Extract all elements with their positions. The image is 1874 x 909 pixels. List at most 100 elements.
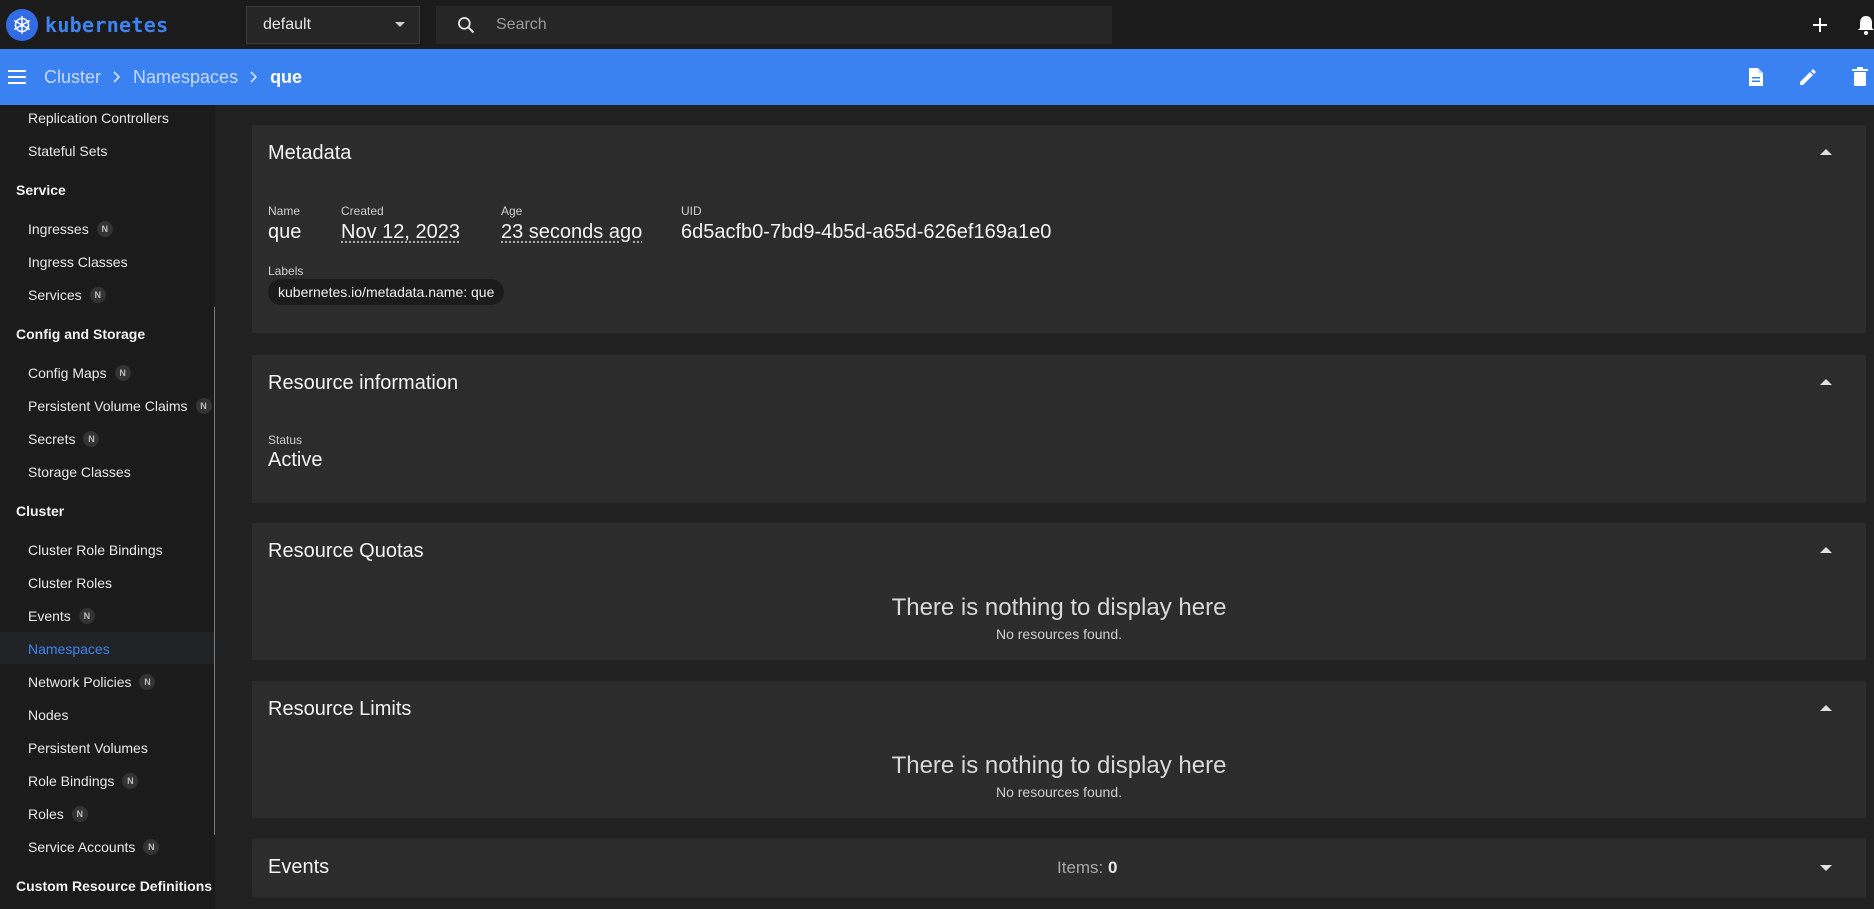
sidebar-item-label: Persistent Volume Claims	[28, 398, 188, 414]
sidebar-item-label: Cluster	[16, 503, 65, 519]
empty-state-title: There is nothing to display here	[891, 594, 1227, 621]
chevron-down-icon	[395, 22, 405, 27]
sidebar-item-label: Service	[16, 182, 66, 198]
sidebar-item-label: Storage Classes	[28, 464, 131, 480]
new-badge: N	[143, 839, 160, 855]
metadata-card: Metadata Name que Created Nov 12, 2023 A…	[252, 125, 1866, 333]
sidebar-item-cluster-roles[interactable]: Cluster Roles	[28, 575, 112, 591]
new-badge: N	[139, 674, 156, 690]
top-bar: kubernetes default	[0, 0, 1874, 49]
empty-state-title: There is nothing to display here	[891, 752, 1227, 779]
delete-icon[interactable]	[1848, 65, 1872, 89]
age-value: 23 seconds ago	[501, 221, 643, 243]
new-badge: N	[71, 806, 88, 822]
breadcrumb-cluster[interactable]: Cluster	[44, 67, 101, 88]
chevron-right-icon	[250, 71, 258, 83]
search-icon	[458, 16, 475, 33]
sidebar-item-events[interactable]: Events N	[28, 608, 95, 624]
sidebar-item-cluster-role-bindings[interactable]: Cluster Role Bindings	[28, 542, 163, 558]
sidebar-item-nodes[interactable]: Nodes	[28, 707, 68, 723]
empty-state-subtitle: No resources found.	[995, 784, 1123, 800]
collapse-icon[interactable]	[1820, 149, 1832, 155]
sidebar-item-namespaces[interactable]: Namespaces	[28, 641, 110, 657]
search-bar[interactable]	[436, 5, 1112, 44]
sidebar-item-label: Config Maps	[28, 365, 107, 381]
created-label: Created	[341, 204, 384, 218]
status-label: Status	[268, 433, 303, 447]
breadcrumb-namespaces[interactable]: Namespaces	[133, 67, 238, 88]
resource-limits-title: Resource Limits	[268, 698, 412, 720]
empty-state-subtitle: No resources found.	[995, 626, 1123, 642]
labels-label: Labels	[268, 264, 304, 278]
sidebar-item-label: Service Accounts	[28, 839, 136, 855]
sidebar-item-label: Cluster Role Bindings	[28, 542, 163, 558]
collapse-icon[interactable]	[1820, 705, 1832, 711]
sidebar-item-label: Custom Resource Definitions	[16, 878, 213, 894]
label-chip: kubernetes.io/metadata.name: que	[268, 279, 505, 305]
sidebar-item-label: Roles	[28, 806, 64, 822]
sidebar-section-custom-resource-definitions[interactable]: Custom Resource Definitions	[16, 878, 212, 894]
sidebar-item-roles[interactable]: Roles N	[28, 806, 88, 822]
sidebar-item-service-accounts[interactable]: Service Accounts N	[28, 839, 160, 855]
resource-information-card: Resource information Status Active	[252, 355, 1866, 503]
edit-icon[interactable]	[1796, 65, 1820, 89]
breadcrumb: Cluster Namespaces que	[44, 67, 302, 88]
sidebar-item-label: Network Policies	[28, 674, 132, 690]
sidebar-item-storage-classes[interactable]: Storage Classes	[28, 464, 131, 480]
sidebar-item-label: Events	[28, 608, 71, 624]
collapse-icon[interactable]	[1820, 547, 1832, 553]
bell-icon[interactable]	[1854, 13, 1874, 37]
search-input[interactable]	[496, 15, 1056, 34]
expand-icon[interactable]	[1820, 865, 1832, 871]
namespace-select[interactable]: default	[246, 5, 420, 44]
sidebar-item-label: Namespaces	[28, 641, 110, 657]
chevron-right-icon	[113, 71, 121, 83]
new-badge: N	[114, 365, 131, 381]
header-bar: Cluster Namespaces que	[0, 49, 1874, 105]
name-value: que	[268, 221, 302, 243]
sidebar-item-stateful-sets[interactable]: Stateful Sets	[28, 143, 107, 159]
age-label: Age	[501, 204, 523, 218]
sidebar-item-persistent-volume-claims[interactable]: Persistent Volume Claims N	[28, 398, 212, 414]
sidebar-item-config-maps[interactable]: Config Maps N	[28, 365, 131, 381]
events-title: Events	[268, 856, 330, 878]
new-badge: N	[89, 287, 106, 303]
sidebar: Replication Controllers Stateful Sets Serv…	[0, 105, 215, 909]
sidebar-section-cluster[interactable]: Cluster	[16, 503, 64, 519]
sidebar-item-replication-controllers[interactable]: Replication Controllers	[28, 110, 169, 126]
sidebar-item-ingress-classes[interactable]: Ingress Classes	[28, 254, 128, 270]
sidebar-item-role-bindings[interactable]: Role Bindings N	[28, 773, 139, 789]
sidebar-item-ingresses[interactable]: Ingresses N	[28, 221, 113, 237]
main-content: Metadata Name que Created Nov 12, 2023 A…	[231, 105, 1874, 909]
namespace-select-value: default	[263, 15, 312, 33]
sidebar-item-label: Ingress Classes	[28, 254, 128, 270]
sidebar-item-label: Services	[28, 287, 82, 303]
name-label: Name	[268, 204, 301, 218]
created-value: Nov 12, 2023	[341, 221, 460, 243]
sidebar-item-label: Replication Controllers	[28, 110, 169, 126]
status-value: Active	[268, 449, 323, 471]
sidebar-section-service[interactable]: Service	[16, 182, 66, 198]
sidebar-item-network-policies[interactable]: Network Policies N	[28, 674, 156, 690]
sidebar-item-label: Persistent Volumes	[28, 740, 148, 756]
new-badge: N	[96, 221, 113, 237]
resource-limits-card: Resource Limits There is nothing to disp…	[252, 681, 1866, 818]
new-badge: N	[122, 773, 139, 789]
resource-quotas-title: Resource Quotas	[268, 540, 424, 562]
sidebar-item-services[interactable]: Services N	[28, 287, 106, 303]
brand[interactable]: kubernetes	[0, 8, 246, 41]
sidebar-item-secrets[interactable]: Secrets N	[28, 431, 100, 447]
events-card[interactable]: Events Items: 0	[252, 839, 1866, 897]
events-items-count: Items: 0	[1057, 858, 1118, 877]
sidebar-item-label: Role Bindings	[28, 773, 115, 789]
view-yaml-icon[interactable]	[1744, 65, 1768, 89]
sidebar-item-label: Config and Storage	[16, 326, 146, 342]
collapse-icon[interactable]	[1820, 379, 1832, 385]
add-icon[interactable]	[1808, 13, 1832, 37]
sidebar-item-label: Stateful Sets	[28, 143, 108, 159]
scrollbar-thumb[interactable]	[214, 307, 215, 835]
sidebar-item-persistent-volumes[interactable]: Persistent Volumes	[28, 740, 148, 756]
sidebar-item-label: Cluster Roles	[28, 575, 113, 591]
sidebar-section-config-and-storage[interactable]: Config and Storage	[16, 326, 145, 342]
menu-icon[interactable]	[0, 70, 34, 84]
